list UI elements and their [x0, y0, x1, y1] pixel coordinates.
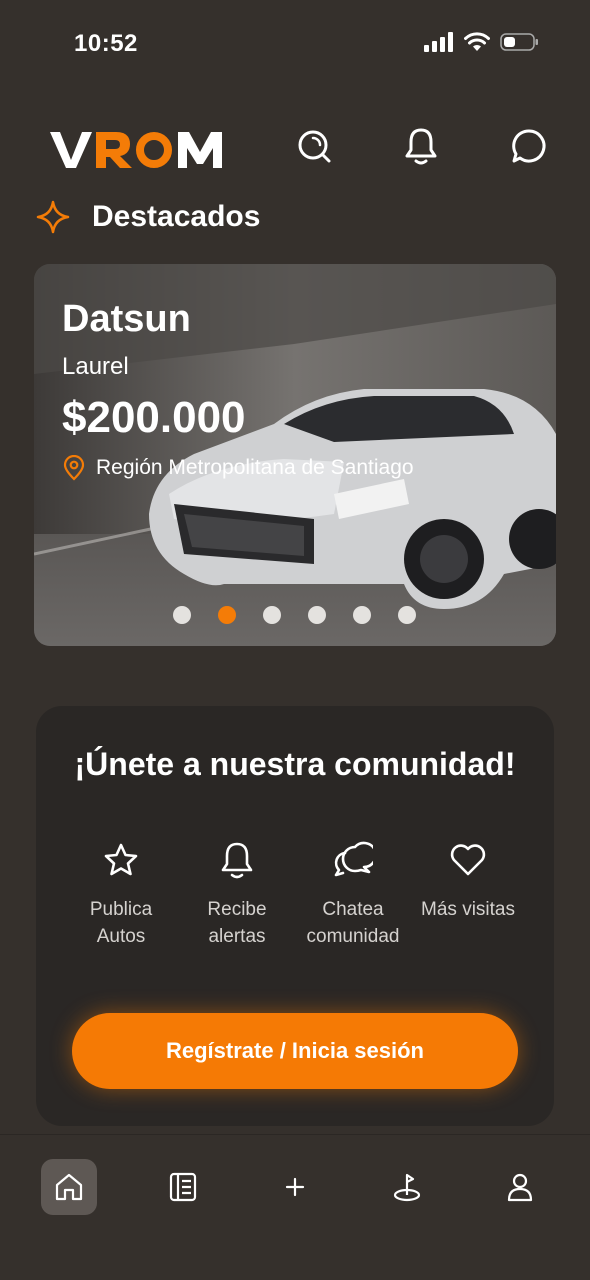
carousel-dot[interactable]: [173, 606, 191, 624]
vrom-logo: [50, 132, 222, 168]
search-button[interactable]: [294, 126, 334, 166]
chat-icon: [512, 129, 546, 163]
home-icon: [55, 1173, 83, 1201]
plus-icon: [285, 1177, 305, 1197]
carousel-dots: [173, 606, 416, 624]
nav-profile[interactable]: [492, 1159, 548, 1215]
car-make: Datsun: [62, 298, 191, 340]
steering-icon: [393, 1173, 421, 1202]
nav-catalog[interactable]: [155, 1159, 211, 1215]
nav-home[interactable]: [41, 1159, 97, 1215]
status-time: 10:52: [74, 30, 138, 57]
car-location-text: Región Metropolitana de Santiago: [96, 456, 414, 479]
car-location: Región Metropolitana de Santiago: [62, 455, 414, 481]
status-bar: 10:52: [0, 0, 590, 90]
status-icons: [424, 32, 540, 52]
signal-icon: [424, 32, 453, 52]
feature-label: Más visitas: [421, 899, 515, 920]
community-card: ¡Únete a nuestra comunidad! Publica Auto…: [36, 706, 554, 1126]
feature-alerts: Recibe alertas: [187, 838, 287, 950]
star-icon: [104, 843, 138, 876]
battery-icon: [500, 33, 538, 51]
notifications-button[interactable]: [401, 126, 441, 166]
feature-label: Recibe alertas: [207, 899, 267, 947]
carousel-dot-active[interactable]: [218, 606, 236, 624]
heart-icon: [450, 844, 486, 876]
car-model: Laurel: [62, 353, 129, 380]
car-price: $200.000: [62, 393, 246, 442]
feature-label: Publica Autos: [89, 899, 153, 947]
feature-visits: Más visitas: [418, 838, 518, 923]
carousel-dot[interactable]: [263, 606, 281, 624]
wifi-icon: [464, 32, 490, 51]
carousel-dot[interactable]: [308, 606, 326, 624]
card-text: Datsun Laurel $200.000 Región Metropolit…: [62, 298, 414, 481]
feature-chat: Chatea comunidad: [303, 838, 403, 950]
nav-add[interactable]: [267, 1159, 323, 1215]
feature-label: Chatea comunidad: [306, 899, 400, 947]
carousel-dot[interactable]: [398, 606, 416, 624]
location-pin-icon: [63, 455, 85, 481]
user-icon: [507, 1173, 533, 1202]
messages-button[interactable]: [509, 126, 549, 166]
chat-bubbles-icon: [334, 841, 373, 877]
catalog-icon: [169, 1172, 197, 1202]
bell-icon: [405, 128, 437, 165]
featured-car-card[interactable]: Datsun Laurel $200.000 Región Metropolit…: [34, 264, 556, 646]
bell-icon: [221, 842, 253, 879]
nav-drive[interactable]: [379, 1159, 435, 1215]
search-icon: [298, 130, 331, 163]
sparkle-icon: [36, 200, 70, 234]
carousel-dot[interactable]: [353, 606, 371, 624]
app-header: [0, 120, 590, 180]
section-title: Destacados: [92, 200, 261, 233]
feature-publish: Publica Autos: [71, 838, 171, 950]
featured-header: Destacados: [36, 200, 260, 234]
register-login-button[interactable]: Regístrate / Inicia sesión: [72, 1013, 518, 1089]
bottom-nav: [0, 1134, 590, 1280]
community-title: ¡Únete a nuestra comunidad!: [74, 746, 516, 782]
